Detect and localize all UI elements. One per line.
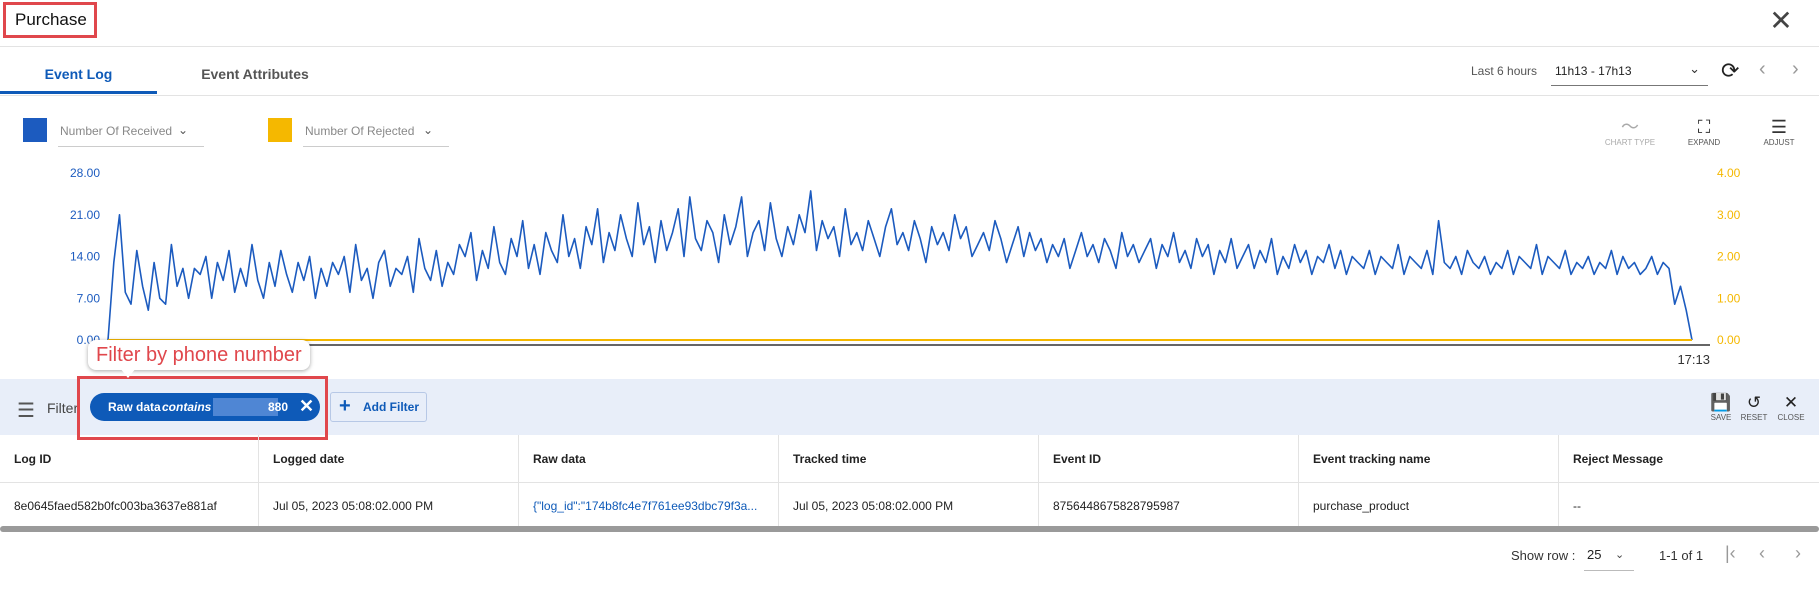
column-header[interactable]: Raw data xyxy=(519,435,779,482)
filter-label: Filter xyxy=(47,400,79,416)
logged-date-cell: Jul 05, 2023 05:08:02.000 PM xyxy=(259,483,519,529)
rejected-color-swatch xyxy=(268,118,292,142)
time-range-select[interactable]: 11h13 - 17h13 ⌄ xyxy=(1551,55,1708,86)
expand-icon: ⛶ xyxy=(1697,117,1711,137)
chart-type-button[interactable]: 〜 CHART TYPE xyxy=(1598,116,1662,147)
first-page-icon[interactable]: |‹ xyxy=(1725,543,1736,564)
chevron-down-icon: ⌄ xyxy=(1615,549,1625,561)
left-tick-label: 21.00 xyxy=(70,208,100,222)
chevron-down-icon: ⌄ xyxy=(422,123,433,137)
chevron-left-icon[interactable]: ‹ xyxy=(1759,58,1766,81)
received-series-line xyxy=(107,190,1693,341)
sliders-icon: ☰ xyxy=(1770,117,1788,137)
close-filter-button[interactable]: ✕ CLOSE xyxy=(1771,393,1811,422)
filter-icon: ☰ xyxy=(17,400,35,422)
received-metric-select[interactable]: Number Of Received ⌄ xyxy=(58,116,204,147)
tab-event-log[interactable]: Event Log xyxy=(0,47,157,94)
column-header[interactable]: Reject Message xyxy=(1559,435,1819,482)
reset-icon: ↺ xyxy=(1746,393,1762,412)
time-range-label: Last 6 hours xyxy=(1471,64,1538,78)
x-tick-label: 17:13 xyxy=(1677,352,1710,367)
event-id-cell: 8756448675828795987 xyxy=(1039,483,1299,529)
horizontal-scrollbar[interactable] xyxy=(0,526,1819,532)
adjust-button[interactable]: ☰ ADJUST xyxy=(1747,116,1811,147)
tracked-time-cell: Jul 05, 2023 05:08:02.000 PM xyxy=(779,483,1039,529)
received-color-swatch xyxy=(23,118,47,142)
rejected-metric-label: Number Of Rejected xyxy=(305,124,415,138)
column-header[interactable]: Event ID xyxy=(1039,435,1299,482)
chevron-down-icon: ⌄ xyxy=(177,123,188,137)
reset-label: RESET xyxy=(1740,413,1768,422)
tab-bar: Event Log Event Attributes xyxy=(0,47,1819,96)
left-tick-label: 7.00 xyxy=(77,291,101,305)
right-tick-label: 0.00 xyxy=(1717,333,1741,347)
reject-message-cell: -- xyxy=(1573,499,1581,513)
right-tick-label: 1.00 xyxy=(1717,291,1741,305)
right-axis: 4.00 3.00 2.00 1.00 0.00 xyxy=(1717,166,1741,347)
column-header[interactable]: Event tracking name xyxy=(1299,435,1559,482)
close-icon[interactable]: ✕ xyxy=(1768,7,1794,35)
close-label: CLOSE xyxy=(1777,413,1805,422)
table-header-row: Log ID Logged date Raw data Tracked time… xyxy=(0,435,1819,483)
chip-highlight-box xyxy=(77,376,328,440)
chart-type-label: CHART TYPE xyxy=(1604,138,1656,147)
close-icon: ✕ xyxy=(1783,393,1799,412)
show-row-label: Show row : xyxy=(1511,548,1576,563)
add-filter-label: Add Filter xyxy=(363,400,419,414)
page-title: Purchase xyxy=(15,10,87,29)
annotation-callout: Filter by phone number xyxy=(88,340,310,370)
column-header[interactable]: Logged date xyxy=(259,435,519,482)
refresh-icon[interactable]: ⟳ xyxy=(1721,58,1739,84)
reset-button[interactable]: ↺ RESET xyxy=(1734,393,1774,422)
expand-label: EXPAND xyxy=(1687,138,1721,147)
right-tick-label: 4.00 xyxy=(1717,166,1741,180)
right-tick-label: 3.00 xyxy=(1717,208,1741,222)
dialog-header xyxy=(0,0,1819,47)
rejected-metric-select[interactable]: Number Of Rejected ⌄ xyxy=(303,116,449,147)
plus-icon: + xyxy=(339,395,351,417)
rows-per-page-value: 25 xyxy=(1587,547,1602,562)
chevron-right-icon[interactable]: › xyxy=(1792,58,1799,81)
line-chart-icon: 〜 xyxy=(1621,117,1639,137)
expand-button[interactable]: ⛶ EXPAND xyxy=(1672,116,1736,147)
series-layer xyxy=(107,190,1693,341)
add-filter-button[interactable]: + Add Filter xyxy=(330,392,427,422)
received-metric-label: Number Of Received xyxy=(60,124,173,138)
table-row[interactable]: 8e0645faed582b0fc003ba3637e881af Jul 05,… xyxy=(0,483,1819,529)
adjust-label: ADJUST xyxy=(1763,138,1795,147)
tab-event-attributes[interactable]: Event Attributes xyxy=(157,47,353,93)
prev-page-icon[interactable]: ‹ xyxy=(1759,543,1765,564)
log-id-cell: 8e0645faed582b0fc003ba3637e881af xyxy=(0,483,259,529)
column-header[interactable]: Log ID xyxy=(0,435,259,482)
next-page-icon[interactable]: › xyxy=(1795,543,1801,564)
raw-data-link[interactable]: {"log_id":"174b8fc4e7f761ee93dbc79f3a... xyxy=(519,483,779,529)
event-tracking-name-cell: purchase_product xyxy=(1299,483,1559,529)
time-range-value: 11h13 - 17h13 xyxy=(1555,64,1632,78)
left-axis: 28.0021.0014.007.000.00 xyxy=(70,166,100,347)
save-label: SAVE xyxy=(1710,413,1732,422)
right-tick-label: 2.00 xyxy=(1717,250,1741,264)
column-header[interactable]: Tracked time xyxy=(779,435,1039,482)
left-tick-label: 14.00 xyxy=(70,250,100,264)
annotation-callout-tail xyxy=(120,368,136,378)
rows-per-page-select[interactable]: 25 ⌄ xyxy=(1584,540,1634,571)
page-range: 1-1 of 1 xyxy=(1659,548,1704,563)
chevron-down-icon: ⌄ xyxy=(1689,61,1700,76)
left-tick-label: 28.00 xyxy=(70,166,100,180)
